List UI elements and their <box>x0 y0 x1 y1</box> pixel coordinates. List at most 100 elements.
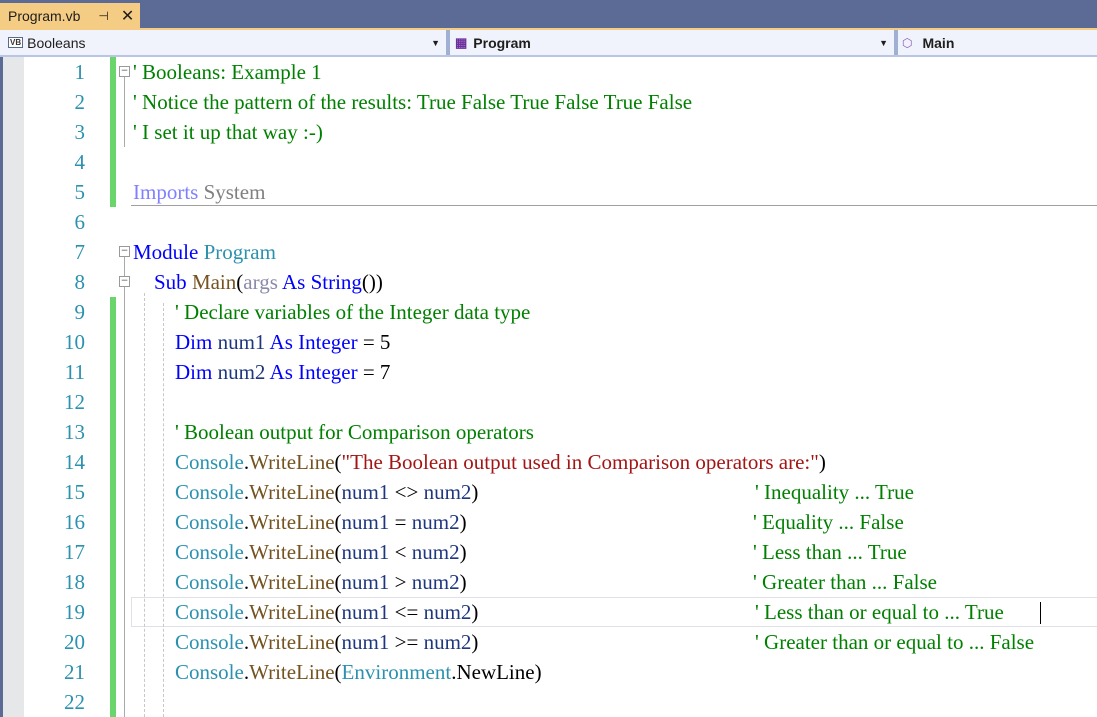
line-number: 17 <box>64 540 85 564</box>
code-token: num2 <box>411 510 460 534</box>
code-text: ' Declare variables of the Integer data … <box>133 297 530 327</box>
line-number: 6 <box>74 210 86 234</box>
code-token: args <box>243 270 278 294</box>
code-token: = 7 <box>357 360 391 384</box>
tab-program-vb[interactable]: Program.vb ⊣ ✕ <box>0 3 140 28</box>
change-indicator <box>110 507 116 537</box>
change-indicator <box>110 357 116 387</box>
code-line[interactable]: 11 Dim num2 As Integer = 7 <box>0 357 1097 387</box>
line-number: 19 <box>64 600 85 624</box>
code-editor[interactable]: 1− ' Booleans: Example 1 2 ' Notice the pat… <box>0 57 1097 717</box>
chevron-down-icon: ▼ <box>879 37 888 48</box>
code-line[interactable]: 7 − Module Program <box>0 237 1097 267</box>
change-indicator <box>110 417 116 447</box>
line-number: 15 <box>64 480 85 504</box>
code-token: As <box>269 360 293 384</box>
code-token: ( <box>334 480 342 504</box>
code-line[interactable]: 16 Console.WriteLine(num1 = num2) ' Equal… <box>0 507 1097 537</box>
code-text: Module Program <box>133 237 276 267</box>
code-token: Console <box>175 450 244 474</box>
code-token: num2 <box>423 630 472 654</box>
code-line[interactable]: 8 − Sub Main(args As String()) <box>0 267 1097 297</box>
code-token: num2 <box>411 570 460 594</box>
code-line[interactable]: 12 <box>0 387 1097 417</box>
code-line[interactable]: 17 Console.WriteLine(num1 < num2) ' Less … <box>0 537 1097 567</box>
code-line[interactable]: 2 ' Notice the pattern of the results: Tr… <box>0 87 1097 117</box>
code-text: ' Booleans: Example 1 <box>133 57 322 87</box>
type-dropdown[interactable]: ▦ Program ▼ <box>450 30 894 55</box>
project-dropdown[interactable]: VB Booleans ▼ <box>0 30 446 55</box>
code-token: ) <box>459 570 467 594</box>
code-line[interactable]: 3 ' I set it up that way :-) <box>0 117 1097 147</box>
code-line[interactable]: 1 − ' Booleans: Example 1 <box>0 57 1097 87</box>
close-icon[interactable]: ✕ <box>121 6 134 26</box>
code-token: Main <box>191 270 237 294</box>
code-line[interactable]: 9 ' Declare variables of the Integer dat… <box>0 297 1097 327</box>
change-indicator <box>110 477 116 507</box>
code-line[interactable]: 19 Console.WriteLine(num1 <= num2) ' Less… <box>0 597 1097 627</box>
line-number: 22 <box>64 690 85 714</box>
line-number: 5 <box>74 180 86 204</box>
code-token: Imports <box>133 180 199 204</box>
code-token: Console <box>175 540 244 564</box>
trailing-comment: ' Less than ... True <box>753 540 907 564</box>
trailing-comment: ' Less than or equal to ... True <box>755 600 1004 624</box>
collapse-icon[interactable]: − <box>119 276 130 287</box>
change-indicator <box>110 447 116 477</box>
change-indicator <box>110 687 116 717</box>
document-tab-bar: Program.vb ⊣ ✕ <box>0 0 1097 28</box>
change-indicator <box>110 627 116 657</box>
code-line[interactable]: 15 Console.WriteLine(num1 <> num2) ' Ineq… <box>0 477 1097 507</box>
chevron-down-icon: ▼ <box>431 37 440 48</box>
code-token: ) <box>471 630 479 654</box>
code-token: ( <box>334 600 342 624</box>
line-number: 18 <box>64 570 85 594</box>
pin-icon[interactable]: ⊣ <box>98 9 108 23</box>
code-token: Integer <box>298 360 358 384</box>
code-token: num1 <box>341 540 390 564</box>
code-token: ' Booleans: Example 1 <box>133 60 322 84</box>
code-token: WriteLine <box>249 510 335 534</box>
code-line[interactable]: 5 Imports System <box>0 177 1097 207</box>
code-token: Console <box>175 600 244 624</box>
code-token: num1 <box>212 330 270 354</box>
code-token: Program <box>203 240 276 264</box>
member-dropdown[interactable]: ⬡ Main <box>898 30 1097 55</box>
code-line[interactable]: 4 <box>0 147 1097 177</box>
code-token: = 5 <box>357 330 391 354</box>
code-line[interactable]: 18 Console.WriteLine(num1 > num2) ' Great… <box>0 567 1097 597</box>
code-text: Console.WriteLine(num1 > num2) <box>133 567 467 597</box>
change-indicator <box>110 387 116 417</box>
line-number: 7 <box>74 240 86 264</box>
code-text: ' Notice the pattern of the results: Tru… <box>133 87 692 117</box>
collapse-icon[interactable]: − <box>119 246 130 257</box>
line-number: 12 <box>64 390 85 414</box>
code-token: Console <box>175 630 244 654</box>
code-line[interactable]: 13 ' Boolean output for Comparison opera… <box>0 417 1097 447</box>
code-token: ) <box>471 600 479 624</box>
code-line[interactable]: 14 Console.WriteLine("The Boolean output… <box>0 447 1097 477</box>
code-token: ()) <box>361 270 383 294</box>
line-number: 21 <box>64 660 85 684</box>
code-line[interactable]: 21 Console.WriteLine(Environment.NewLine… <box>0 657 1097 687</box>
code-token: > <box>389 570 412 594</box>
code-token: Console <box>175 570 244 594</box>
code-line[interactable]: 20 Console.WriteLine(num1 >= num2) ' Grea… <box>0 627 1097 657</box>
collapse-icon[interactable]: − <box>119 66 130 77</box>
code-token: num2 <box>423 600 472 624</box>
code-token: < <box>389 540 412 564</box>
code-text: Dim num2 As Integer = 7 <box>133 357 390 387</box>
code-token: num1 <box>341 570 390 594</box>
code-line[interactable]: 10 Dim num1 As Integer = 5 <box>0 327 1097 357</box>
code-line[interactable]: 6 <box>0 207 1097 237</box>
change-indicator <box>110 297 116 327</box>
code-line[interactable]: 22 <box>0 687 1097 717</box>
change-indicator <box>110 87 116 117</box>
